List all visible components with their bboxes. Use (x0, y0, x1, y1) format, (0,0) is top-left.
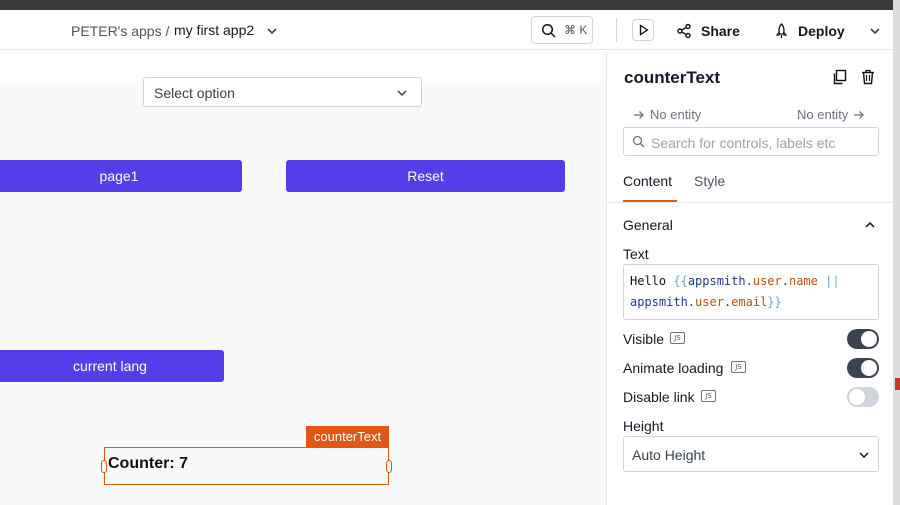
height-select[interactable]: Auto Height (623, 436, 879, 472)
deploy-button[interactable]: Deploy (774, 22, 845, 40)
window-top-strip (0, 0, 893, 10)
animate-loading-toggle[interactable] (847, 358, 879, 378)
tab-divider (607, 202, 894, 203)
tab-content[interactable]: Content (623, 173, 672, 189)
toggle-knob (861, 360, 877, 376)
code-open-braces: {{ (673, 274, 688, 288)
entity-left-label: No entity (650, 107, 702, 122)
play-icon (639, 24, 649, 36)
trash-icon[interactable] (860, 69, 876, 85)
code-email: email (731, 295, 768, 309)
code-user: user (752, 274, 782, 288)
search-icon (632, 135, 645, 148)
toggle-knob (849, 389, 865, 405)
code-object: appsmith (630, 295, 688, 309)
property-search-input[interactable]: Search for controls, labels etc (623, 127, 879, 156)
share-label: Share (701, 23, 740, 39)
search-placeholder: Search for controls, labels etc (651, 135, 836, 151)
widget-title[interactable]: counterText (624, 68, 720, 88)
entity-right-label: No entity (797, 107, 849, 122)
resize-handle-right[interactable] (386, 460, 392, 473)
preview-button[interactable] (632, 19, 654, 41)
right-edge-strip (893, 0, 900, 505)
copy-icon[interactable] (832, 69, 848, 85)
code-dot: . (745, 274, 753, 288)
code-close-braces: }} (767, 295, 782, 309)
entity-link-right[interactable]: No entity (797, 107, 865, 122)
share-button[interactable]: Share (676, 22, 740, 40)
code-dot: . (781, 274, 789, 288)
code-object: appsmith (687, 274, 746, 288)
top-header: PETER's apps / my first app2 ⌘ K Share D… (0, 10, 893, 50)
js-toggle-badge[interactable]: JS (731, 361, 746, 373)
js-toggle-badge[interactable]: JS (670, 332, 685, 344)
deploy-label: Deploy (798, 23, 845, 39)
code-user: user (695, 295, 724, 309)
editor-canvas[interactable] (0, 51, 606, 505)
select-placeholder: Select option (154, 85, 235, 101)
height-label: Height (623, 418, 664, 434)
chevron-down-icon (397, 90, 407, 97)
header-divider (616, 18, 617, 42)
code-dot: . (687, 295, 696, 309)
counter-text: Counter: 7 (108, 455, 188, 472)
js-toggle-badge[interactable]: JS (701, 390, 716, 402)
code-or: || (817, 274, 840, 288)
disable-link-toggle[interactable] (847, 387, 879, 407)
search-icon (541, 23, 556, 38)
breadcrumb-workspace[interactable]: PETER's apps / (71, 23, 169, 39)
chevron-up-icon[interactable] (864, 219, 876, 231)
text-code-editor[interactable]: Hello {{appsmith.user.name || appsmith.u… (623, 264, 879, 320)
property-pane: counterText No entity No entity Search f… (606, 51, 894, 505)
resize-handle-left[interactable] (101, 460, 107, 473)
section-general-title[interactable]: General (623, 217, 673, 233)
page1-button[interactable]: page1 (0, 160, 242, 192)
reset-button[interactable]: Reset (286, 160, 565, 192)
visible-label: Visible (623, 331, 664, 347)
code-line-1: Hello {{appsmith.user.name || (630, 271, 872, 292)
code-name: name (788, 274, 818, 288)
arrow-right-icon (854, 110, 865, 119)
breadcrumb-app-name[interactable]: my first app2 (174, 22, 254, 38)
code-line-2: appsmith.user.email}} (630, 292, 872, 313)
height-value: Auto Height (632, 447, 706, 463)
toggle-knob (861, 331, 877, 347)
disable-link-label: Disable link (623, 389, 695, 405)
rocket-icon (775, 23, 788, 38)
arrow-right-icon (634, 110, 644, 119)
chevron-down-icon (859, 452, 869, 459)
share-icon (677, 23, 691, 39)
select-widget[interactable]: Select option (143, 77, 422, 107)
text-property-label: Text (623, 246, 649, 262)
chevron-down-icon[interactable] (868, 24, 882, 38)
search-shortcut: ⌘ K (564, 23, 588, 37)
tab-style[interactable]: Style (694, 173, 725, 189)
code-hello: Hello (630, 274, 674, 288)
widget-name-tag[interactable]: counterText (306, 426, 389, 447)
edge-marker (895, 378, 900, 390)
chevron-down-icon[interactable] (265, 24, 279, 38)
animate-loading-label: Animate loading (623, 360, 724, 376)
current-lang-button[interactable]: current lang (0, 350, 224, 382)
visible-toggle[interactable] (847, 329, 879, 349)
omnibar-search-button[interactable]: ⌘ K (531, 16, 593, 44)
entity-link-left[interactable]: No entity (633, 107, 701, 122)
